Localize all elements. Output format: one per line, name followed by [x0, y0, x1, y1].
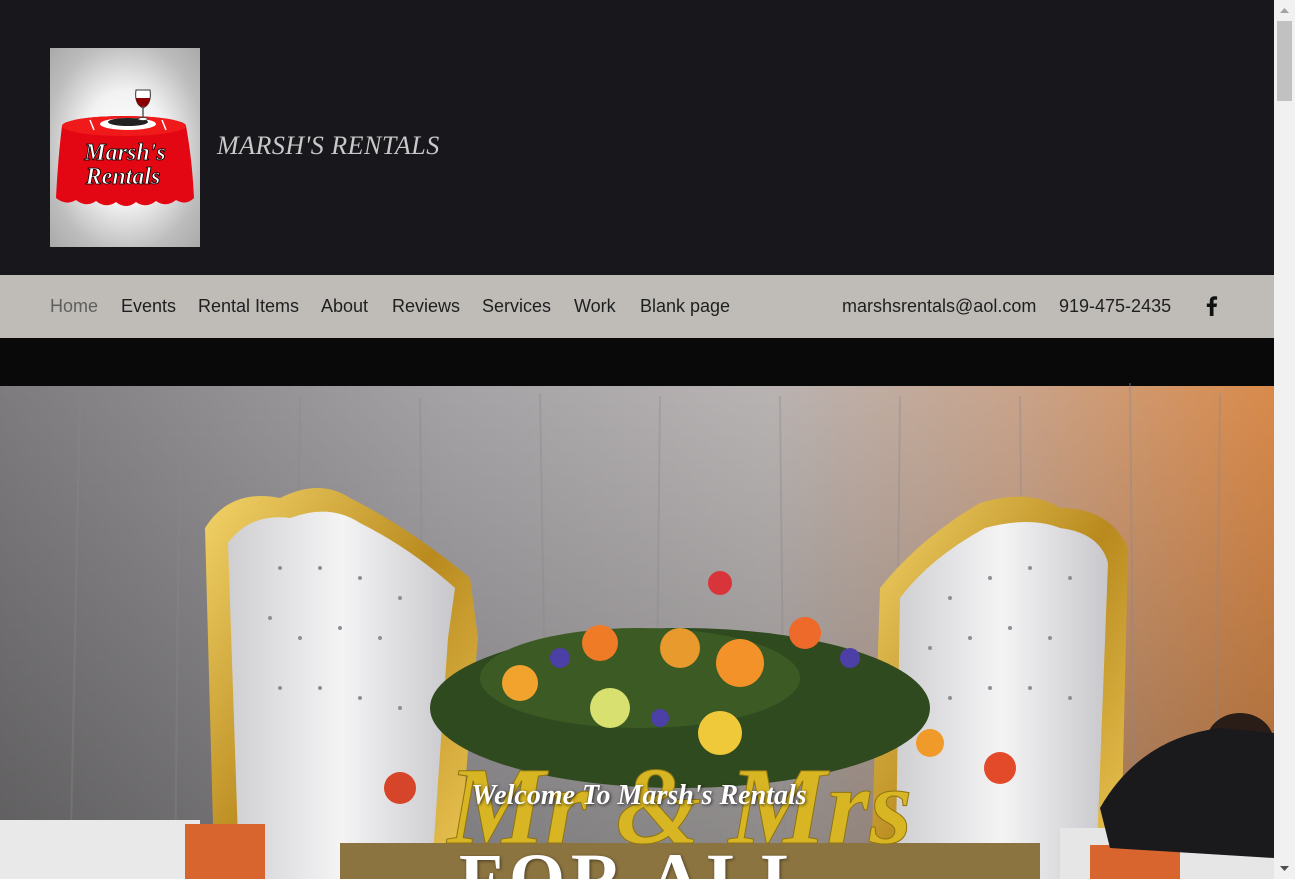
scroll-down-arrow-icon[interactable]	[1274, 860, 1295, 877]
nav-item-rental-items[interactable]: Rental Items	[198, 296, 299, 317]
nav-item-work[interactable]: Work	[574, 296, 616, 317]
site-logo[interactable]: Marsh's Rentals	[50, 48, 200, 247]
scrollbar-thumb[interactable]	[1277, 21, 1292, 101]
contact-phone[interactable]: 919-475-2435	[1059, 296, 1171, 317]
svg-text:Rentals: Rentals	[85, 164, 161, 190]
facebook-icon[interactable]	[1202, 296, 1222, 316]
hero-headline: FOR ALL	[458, 839, 816, 879]
nav-item-home[interactable]: Home	[50, 296, 98, 317]
nav-item-services[interactable]: Services	[482, 296, 551, 317]
contact-email[interactable]: marshsrentals@aol.com	[842, 296, 1036, 317]
site-header: Marsh's Rentals MARSH'S RENTALS	[0, 0, 1274, 275]
site-title[interactable]: MARSH'S RENTALS	[217, 131, 440, 161]
nav-item-about[interactable]: About	[321, 296, 368, 317]
page-scrollbar[interactable]	[1274, 0, 1295, 879]
main-nav: Home Events Rental Items About Reviews S…	[0, 275, 1274, 338]
nav-item-blank-page[interactable]: Blank page	[640, 296, 730, 317]
svg-text:Marsh's: Marsh's	[83, 140, 165, 166]
hero-welcome-text: Welcome To Marsh's Rentals	[471, 780, 807, 811]
logo-graphic: Marsh's Rentals	[56, 89, 194, 206]
nav-item-events[interactable]: Events	[121, 296, 176, 317]
hero-section: Mr & Mrs Welcome To Marsh's Rentals FOR …	[0, 338, 1274, 879]
page: Marsh's Rentals MARSH'S RENTALS Home Eve…	[0, 0, 1274, 879]
scroll-up-arrow-icon[interactable]	[1274, 2, 1295, 19]
nav-item-reviews[interactable]: Reviews	[392, 296, 460, 317]
